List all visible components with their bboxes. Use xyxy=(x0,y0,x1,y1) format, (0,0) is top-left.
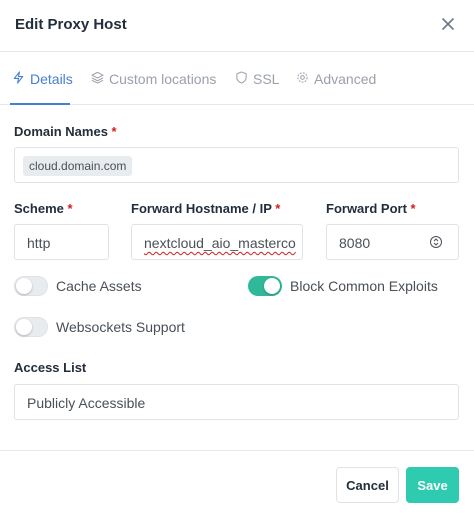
tab-details[interactable]: Details xyxy=(12,71,73,87)
forward-port-label: Forward Port * xyxy=(326,201,416,216)
active-tab-indicator xyxy=(10,103,70,105)
forward-hostname-value: nextcloud_aio_masterco xyxy=(144,235,296,251)
scheme-value: http xyxy=(27,235,51,251)
close-icon[interactable] xyxy=(437,13,459,35)
forward-hostname-label: Forward Hostname / IP * xyxy=(131,201,281,216)
block-exploits-toggle[interactable] xyxy=(248,276,282,296)
modal-footer: Cancel Save xyxy=(0,450,474,513)
tab-custom-locations[interactable]: Custom locations xyxy=(91,71,216,87)
forward-port-input[interactable]: 8080 xyxy=(326,224,459,260)
toggle-knob xyxy=(16,319,32,335)
tab-ssl[interactable]: SSL xyxy=(235,71,279,87)
block-exploits-label: Block Common Exploits xyxy=(290,278,438,294)
tab-label: Details xyxy=(30,71,73,87)
toggle-knob xyxy=(264,278,280,294)
domain-chip[interactable]: cloud.domain.com xyxy=(23,156,133,176)
access-list-value: Publicly Accessible xyxy=(27,395,146,411)
tab-label: Advanced xyxy=(314,71,377,87)
modal-header: Edit Proxy Host xyxy=(0,0,474,52)
shield-icon xyxy=(235,71,248,87)
websockets-label: Websockets Support xyxy=(56,319,185,335)
access-list-select[interactable]: Publicly Accessible xyxy=(14,384,459,420)
domain-names-input[interactable]: cloud.domain.com xyxy=(14,147,459,183)
domain-names-label: Domain Names * xyxy=(14,124,117,139)
scheme-label: Scheme * xyxy=(14,201,73,216)
modal-title: Edit Proxy Host xyxy=(15,16,127,33)
toggle-knob xyxy=(16,278,32,294)
forward-port-value: 8080 xyxy=(339,235,371,251)
forward-hostname-input[interactable]: nextcloud_aio_masterco xyxy=(131,224,303,260)
tab-label: Custom locations xyxy=(109,71,217,87)
cache-assets-label: Cache Assets xyxy=(56,278,142,294)
websockets-toggle[interactable] xyxy=(14,317,48,337)
tab-advanced[interactable]: Advanced xyxy=(296,71,376,87)
layers-icon xyxy=(91,71,104,87)
lightning-icon xyxy=(12,71,25,87)
cancel-button[interactable]: Cancel xyxy=(336,467,399,503)
access-list-label: Access List xyxy=(14,360,87,375)
tab-label: SSL xyxy=(253,71,280,87)
gear-icon xyxy=(296,71,309,87)
save-button[interactable]: Save xyxy=(406,467,459,503)
scheme-input[interactable]: http xyxy=(14,224,109,260)
port-stepper-icon[interactable] xyxy=(430,234,442,250)
cache-assets-toggle[interactable] xyxy=(14,276,48,296)
tab-bar: Details Custom locations SSL Advanced xyxy=(0,52,474,105)
